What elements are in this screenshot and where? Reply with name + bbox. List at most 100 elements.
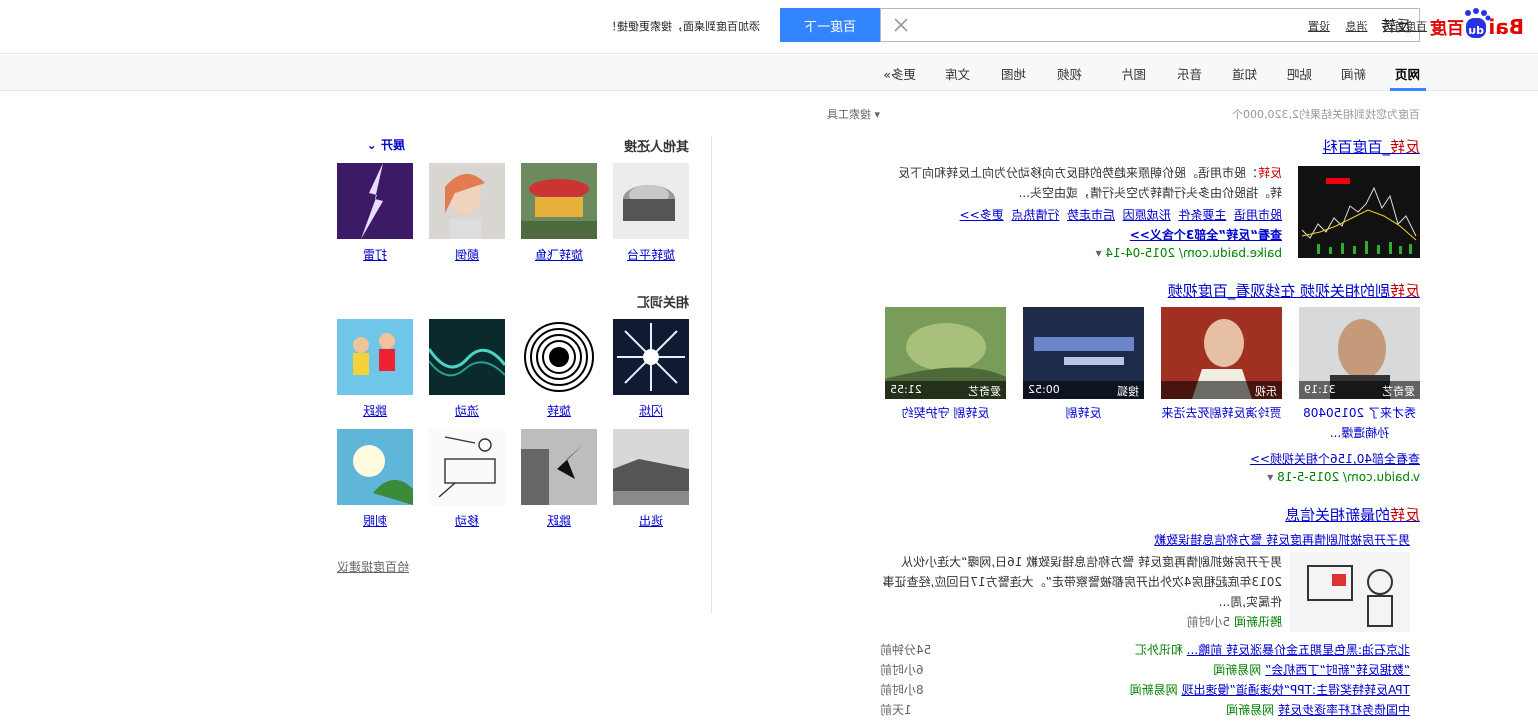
related-thumb-2[interactable] bbox=[521, 319, 597, 395]
tab-zhidao[interactable]: 知道 bbox=[1232, 64, 1257, 83]
right-sidebar: 其他人还搜 展开 ⌄ 旋转平台 旋转飞鱼 颠倒 打雷 相关词汇 闪烁 旋转 流动… bbox=[337, 136, 712, 614]
view-all-videos[interactable]: 查看全部40,156个相关视频>> bbox=[1250, 449, 1420, 469]
sketch-diagram-icon bbox=[429, 429, 505, 505]
top-link-messages[interactable]: 消息 bbox=[1346, 20, 1368, 33]
others-thumb-3[interactable] bbox=[429, 163, 505, 239]
baidu-logo[interactable]: Bai du 百度 bbox=[1429, 8, 1524, 40]
person-portrait-icon bbox=[429, 163, 505, 239]
search-button[interactable]: 百度一下 bbox=[780, 8, 880, 42]
others-label-3[interactable]: 颠倒 bbox=[429, 246, 505, 263]
paw-icon: Bai du 百度 bbox=[1429, 8, 1524, 39]
related-label-6[interactable]: 跳跃 bbox=[521, 512, 597, 529]
baike-sublinks: 股市用语 主要条件 形成原因 后市走势 行情热点 更多>> bbox=[882, 205, 1282, 225]
tab-video[interactable]: 视频 bbox=[1057, 64, 1082, 83]
result-title[interactable]: 反转的最新相关信息 bbox=[880, 504, 1420, 525]
sublink-2[interactable]: 主要条件 bbox=[1178, 208, 1226, 222]
video-thumb-3[interactable]: 搜狐 00:52 bbox=[1023, 307, 1144, 399]
related-thumb-3[interactable] bbox=[429, 319, 505, 395]
related-label-7[interactable]: 移动 bbox=[429, 512, 505, 529]
result-abstract: 反转：股市用语。股价朝原来趋势的相反方向移动分为向上反转和向下反转。指股价由多头… bbox=[897, 166, 1282, 200]
tab-wenku[interactable]: 文库 bbox=[945, 64, 970, 83]
top-link-settings[interactable]: 设置 bbox=[1308, 20, 1330, 33]
news-thumbnail[interactable] bbox=[1290, 552, 1410, 632]
expand-toggle[interactable]: 展开 ⌄ bbox=[367, 136, 405, 153]
tab-web[interactable]: 网页 bbox=[1395, 64, 1420, 83]
others-label-4[interactable]: 打雷 bbox=[337, 246, 413, 263]
stock-chart-thumbnail[interactable] bbox=[1298, 166, 1420, 258]
rotary-table-icon bbox=[613, 163, 689, 239]
list-item: 中国债务杠杆率逐步反转 网易新闻 1天前 bbox=[880, 703, 1410, 717]
video-thumb-2[interactable]: 乐视 bbox=[1161, 307, 1282, 399]
sublink-1[interactable]: 股市用语 bbox=[1234, 208, 1282, 222]
feedback-link[interactable]: 给百度提建议 bbox=[337, 558, 409, 575]
video-caption-1[interactable]: 秀才来了 20150408 孙楠遭爆... bbox=[1299, 403, 1420, 443]
active-tab-underline bbox=[1390, 88, 1426, 91]
related-thumb-6[interactable] bbox=[521, 429, 597, 505]
video-caption-2[interactable]: 贾玲演反转剧死去活来 bbox=[1161, 403, 1282, 423]
related-label-5[interactable]: 逃出 bbox=[613, 512, 689, 529]
related-thumb-7[interactable] bbox=[429, 429, 505, 505]
dropdown-arrow-icon[interactable]: ▾ bbox=[1267, 470, 1273, 484]
sublink-3[interactable]: 形成原因 bbox=[1123, 208, 1171, 222]
top-link-home[interactable]: 百度首页 bbox=[1383, 20, 1427, 33]
result-baike: 反转_百度百科 反转：股市用语。股价朝原来趋势的相反方向移动分为向上反转和向下反… bbox=[880, 136, 1420, 260]
chevron-down-icon: ⌄ bbox=[366, 138, 381, 152]
add-to-desktop-promo[interactable]: 添加百度到桌面，搜索更便捷！ bbox=[606, 18, 760, 34]
close-icon[interactable] bbox=[893, 17, 909, 33]
tab-images[interactable]: 图片 bbox=[1121, 64, 1146, 83]
tab-tieba[interactable]: 贴吧 bbox=[1287, 64, 1312, 83]
svg-text:Bai: Bai bbox=[1488, 15, 1524, 39]
related-thumb-8[interactable] bbox=[337, 429, 413, 505]
tab-news[interactable]: 新闻 bbox=[1341, 64, 1366, 83]
result-video: 反转剧的相关视频 在线观看_百度视频 爱奇艺 31:19 秀才来了 2015040… bbox=[880, 280, 1420, 484]
video-thumb-4[interactable]: 爱奇艺 21:55 bbox=[885, 307, 1006, 399]
jumping-man-icon bbox=[521, 429, 597, 505]
result-title[interactable]: 反转剧的相关视频 在线观看_百度视频 bbox=[880, 280, 1420, 301]
related-label-8[interactable]: 刺眼 bbox=[337, 512, 413, 529]
tab-map[interactable]: 地图 bbox=[1001, 64, 1026, 83]
dropdown-arrow-icon[interactable]: ▾ bbox=[1096, 246, 1102, 260]
video-caption-3[interactable]: 反转剧 bbox=[1023, 403, 1144, 423]
related-thumb-1[interactable] bbox=[613, 319, 689, 395]
result-title[interactable]: 反转_百度百科 bbox=[880, 136, 1420, 157]
candlestick-icon bbox=[1301, 178, 1417, 254]
wave-icon bbox=[429, 319, 505, 395]
result-url: baike.baidu.com/ 2015-04-14 ▾ bbox=[1095, 246, 1282, 260]
jumping-people-icon bbox=[337, 319, 413, 395]
list-item: 北京石油:黑色星期五金价暴涨反转 前瞻... 和讯外汇 54分钟前 bbox=[880, 643, 1410, 657]
tab-music[interactable]: 音乐 bbox=[1177, 64, 1202, 83]
cartoon-icon bbox=[1290, 552, 1410, 632]
lightning-icon bbox=[337, 163, 413, 239]
related-thumb-5[interactable] bbox=[613, 429, 689, 505]
video-thumb-1[interactable]: 爱奇艺 31:19 bbox=[1299, 307, 1420, 399]
related-thumb-4[interactable] bbox=[337, 319, 413, 395]
sublink-5[interactable]: 行情热点 bbox=[1011, 208, 1059, 222]
sublink-4[interactable]: 后市走势 bbox=[1067, 208, 1115, 222]
news-headline[interactable]: 男子开房被抓剧情再度反转 警方称信息错误致歉 bbox=[1154, 530, 1410, 550]
related-label-1[interactable]: 闪烁 bbox=[613, 402, 689, 419]
video-caption-4[interactable]: 反转剧 守护契约 bbox=[885, 403, 1006, 423]
others-label-2[interactable]: 旋转飞鱼 bbox=[521, 246, 597, 263]
others-label-1[interactable]: 旋转平台 bbox=[613, 246, 689, 263]
tab-more[interactable]: 更多» bbox=[883, 64, 916, 83]
others-thumb-4[interactable] bbox=[337, 163, 413, 239]
view-all-meanings[interactable]: 查看“反转”全部3个含义>> bbox=[1130, 225, 1282, 245]
svg-text:du: du bbox=[1468, 24, 1484, 37]
list-item: “数据反转”新时“丁西机会” 网易新闻 6小时前 bbox=[880, 663, 1410, 677]
sublink-more[interactable]: 更多>> bbox=[960, 208, 1004, 222]
related-label-3[interactable]: 流动 bbox=[429, 402, 505, 419]
others-thumb-2[interactable] bbox=[521, 163, 597, 239]
news-list: 北京石油:黑色星期五金价暴涨反转 前瞻... 和讯外汇 54分钟前 “数据反转”… bbox=[880, 640, 1410, 720]
related-label-4[interactable]: 跳跃 bbox=[337, 402, 413, 419]
building-icon bbox=[613, 429, 689, 505]
search-tools[interactable]: ▾ 搜索工具 bbox=[827, 106, 880, 122]
list-item: TPA反转特奖得主:TPP“快速通道”慢速出现 网易新闻 8小时前 bbox=[880, 683, 1410, 697]
others-thumb-1[interactable] bbox=[613, 163, 689, 239]
news-abstract: 男子开房被抓剧情再度反转 警方称信息错误致歉 16日,网曝“大连小伙从2013年… bbox=[882, 555, 1282, 609]
news-meta: 腾讯新闻 5小时前 bbox=[1186, 615, 1282, 629]
related-label-2[interactable]: 旋转 bbox=[521, 402, 597, 419]
baidu-results-page: Bai du 百度 百度一下 添加百度到桌面，搜索更便捷！ 百度首页 消息 设置… bbox=[0, 0, 1538, 725]
result-count: 百度为您找到相关结果约2,320,000个 bbox=[1232, 108, 1420, 121]
carousel-ride-icon bbox=[521, 163, 597, 239]
top-links: 百度首页 消息 设置 bbox=[1308, 18, 1439, 34]
